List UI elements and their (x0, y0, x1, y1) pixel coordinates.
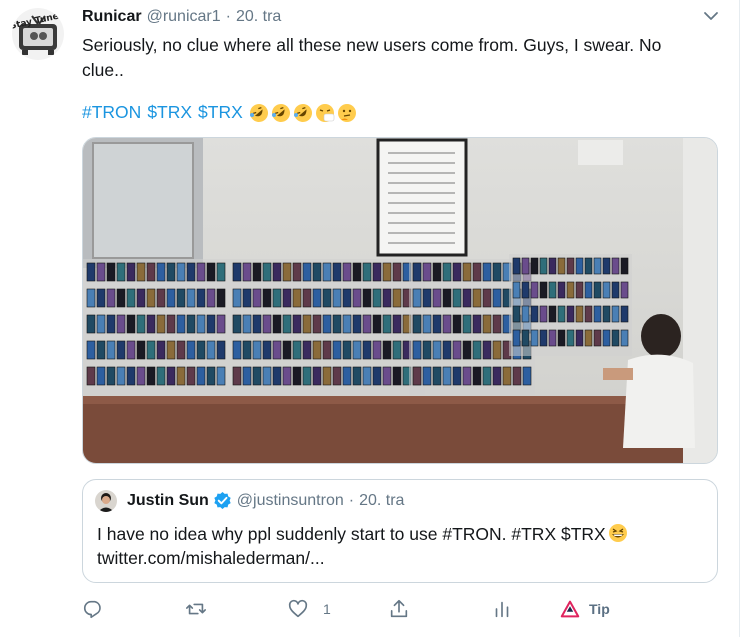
analytics-icon (495, 601, 509, 618)
tweet-text: Seriously, no clue where all these new u… (82, 33, 718, 83)
tweet-text-line-2: clue.. (82, 60, 124, 80)
quote-header: Justin Sun @justinsuntron · 20. tra (127, 491, 404, 510)
quote-avatar[interactable] (95, 490, 117, 512)
tweet-text-line-1: Seriously, no clue where all these new u… (82, 35, 662, 55)
hashtag-tron[interactable]: #TRON (82, 100, 141, 125)
sneezing-face-icon (315, 103, 335, 122)
thinking-face-icon (337, 103, 356, 122)
avatar[interactable]: Stay Tuned (12, 8, 64, 60)
quote-text-line-1: I have no idea why ppl suddenly start to… (97, 522, 707, 546)
share-button[interactable] (388, 596, 410, 622)
quote-separator: · (348, 491, 355, 509)
user-handle[interactable]: @runicar1 (147, 8, 221, 26)
reply-button[interactable] (82, 596, 118, 622)
reply-icon (83, 600, 101, 619)
rolling-on-floor-laughing-icon (249, 103, 268, 122)
quote-text: I have no idea why ppl suddenly start to… (97, 522, 707, 570)
quote-user-handle: @justinsuntron (236, 491, 344, 509)
chevron-down-icon[interactable] (701, 6, 721, 26)
retweet-icon (186, 603, 206, 615)
quote-avatar-image (95, 490, 117, 512)
display-name[interactable]: Runicar (82, 8, 142, 26)
analytics-button[interactable] (491, 596, 513, 622)
like-icon (288, 599, 308, 618)
separator: · (225, 8, 231, 25)
like-count: 1 (323, 601, 331, 617)
quote-timestamp: 20. tra (359, 491, 405, 509)
tweet[interactable]: Stay Tuned Runicar @runicar1 · 20. tra S… (0, 0, 739, 637)
action-bar: 1 Tip (82, 596, 722, 622)
tip-icon (560, 600, 580, 618)
tip-button[interactable]: Tip (559, 596, 610, 622)
tweet-photo[interactable] (82, 137, 718, 464)
cashtag-trx[interactable]: $TRX (147, 100, 192, 125)
timeline-border (739, 0, 740, 637)
timestamp[interactable]: 20. tra (236, 8, 281, 26)
rolling-on-floor-laughing-icon (271, 103, 290, 122)
share-icon (390, 599, 408, 618)
quote-link[interactable]: twitter.com/mishalederman/... (97, 546, 707, 570)
like-button[interactable]: 1 (287, 596, 331, 622)
tip-label: Tip (589, 601, 610, 617)
retweet-button[interactable] (185, 596, 221, 622)
quote-text-line-1-content: I have no idea why ppl suddenly start to… (97, 524, 606, 544)
tweet-header: Runicar @runicar1 · 20. tra (82, 7, 281, 27)
quote-display-name: Justin Sun (127, 491, 209, 509)
quoted-tweet[interactable]: Justin Sun @justinsuntron · 20. tra I ha… (82, 479, 718, 583)
phone-farm-image (83, 138, 717, 463)
hashtags: #TRON $TRX $TRX (82, 100, 359, 125)
grinning-squinting-face-icon (608, 524, 627, 542)
avatar-image: Stay Tuned (12, 8, 64, 60)
rolling-on-floor-laughing-icon (293, 103, 312, 122)
verified-badge-icon (214, 491, 231, 510)
cashtag-trx-2[interactable]: $TRX (198, 100, 243, 125)
